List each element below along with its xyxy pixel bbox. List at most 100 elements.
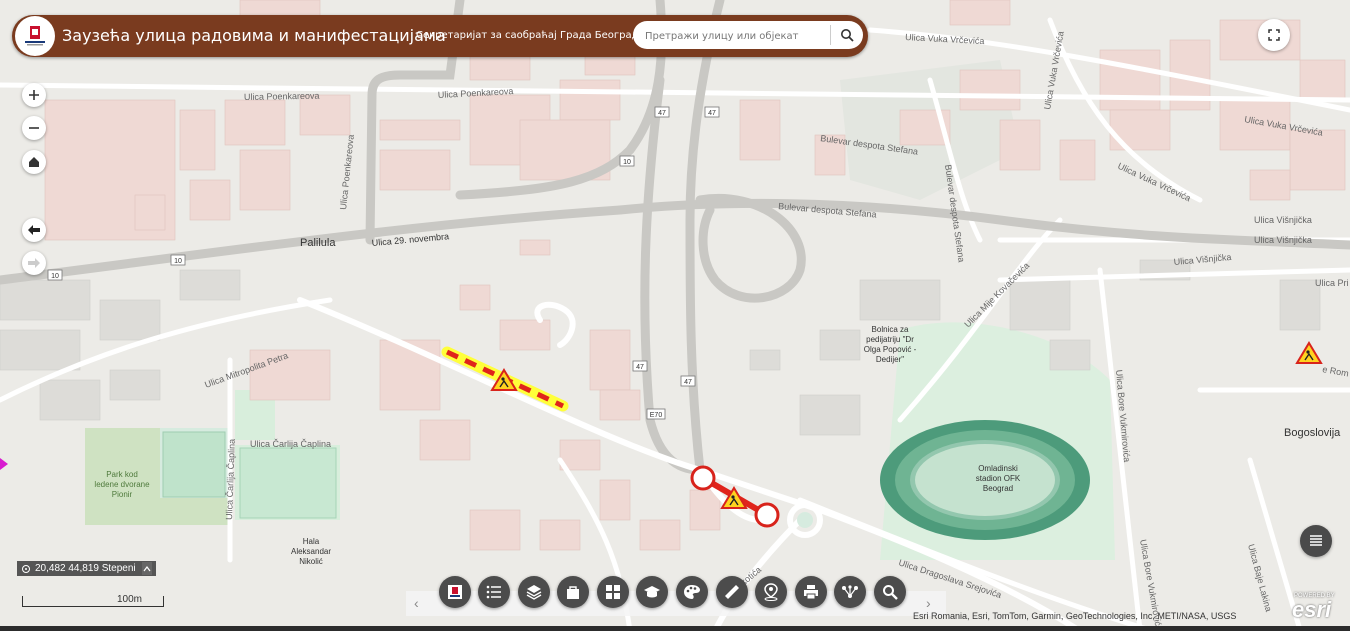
svg-text:10: 10 [623,159,631,166]
place-label: Bogoslovija [1284,427,1341,439]
svg-text:10: 10 [174,258,182,265]
street-label: Ulica Pri [1315,278,1349,288]
print-tool-button[interactable] [795,576,827,608]
app-subtitle: Секретаријат за саобраћај Града Београда [416,30,645,41]
app-title: Заузећа улица радовима и манифестацијама [62,26,446,45]
fullscreen-button[interactable] [1258,19,1290,51]
mortarboard-icon [644,586,660,598]
plus-icon [29,90,39,100]
svg-text:stadion OFK: stadion OFK [976,474,1021,483]
road-shield: 47 [654,106,670,118]
coordinates-text: 20,482 44,819 Stepeni [35,563,136,574]
logo-icon [448,585,462,599]
search-icon [841,29,854,42]
svg-text:Hala: Hala [303,537,320,546]
svg-text:47: 47 [684,379,692,386]
place-label: Palilula [300,237,336,249]
svg-text:47: 47 [658,110,666,117]
layer-list-tool-button[interactable] [478,576,510,608]
bag-tool-button[interactable] [557,576,589,608]
scale-label: 100m [117,594,143,605]
road-shield: 10 [619,155,635,167]
home-button[interactable] [22,150,46,174]
location-icon [764,583,778,601]
ruler-icon [725,585,739,599]
svg-text:Pionir: Pionir [112,490,133,499]
city-crest-icon [25,26,45,46]
arrow-right-icon [28,258,40,268]
measure-tool-button[interactable] [716,576,748,608]
street-label: Ulica Čarlija Čaplina [250,439,331,449]
scale-bar [22,596,164,607]
education-tool-button[interactable] [636,576,668,608]
palette-icon [684,585,700,599]
print-icon [804,585,818,600]
road-shield: 47 [680,375,696,387]
about-tool-button[interactable] [439,576,471,608]
minus-icon [29,127,39,129]
coordinates-toggle[interactable] [141,562,152,575]
zoom-in-button[interactable] [22,83,46,107]
search-button[interactable] [833,23,861,47]
app-header: Заузећа улица радовима и манифестацијама… [12,15,868,57]
road-shield: E70 [646,408,666,420]
search-box [633,21,863,49]
search-input[interactable] [643,25,827,47]
svg-text:pedijatriju "Dr: pedijatriju "Dr [866,335,914,344]
road-shield: 47 [704,106,720,118]
coordinates-readout: 20,482 44,819 Stepeni [17,561,156,576]
share-icon [842,585,858,598]
street-label: Ulica Višnjička [1254,235,1312,245]
toolbar-prev-arrow[interactable]: ‹ [414,595,419,611]
svg-text:Bolnica za: Bolnica za [872,325,909,334]
share-tool-button[interactable] [834,576,866,608]
street-label: Ulica Višnjička [1254,215,1312,225]
bag-icon [567,586,579,599]
style-tool-button[interactable] [676,576,708,608]
svg-text:E70: E70 [650,412,663,419]
zoom-out-button[interactable] [22,116,46,140]
search-tool-button[interactable] [874,576,906,608]
arrow-left-icon [28,225,40,235]
search-icon [883,585,898,600]
svg-text:Omladinski: Omladinski [978,464,1018,473]
layers-icon [526,585,542,600]
chevron-up-icon [143,565,151,571]
svg-text:47: 47 [708,110,716,117]
svg-text:Dedijer": Dedijer" [876,355,904,364]
fullscreen-icon [1268,29,1280,41]
legend-button[interactable] [1300,525,1332,557]
toolbar-next-arrow[interactable]: › [926,595,931,611]
locate-tool-button[interactable] [755,576,787,608]
crosshair-icon [22,564,30,573]
city-logo[interactable] [15,16,55,56]
home-icon [29,157,39,167]
street-label: Ulica Poenkareova [244,91,320,102]
grid-icon [606,585,620,599]
list-icon [1310,535,1322,546]
list-icon [486,585,501,599]
closure-start-marker[interactable] [690,465,716,491]
search-divider [830,25,831,45]
esri-wordmark: esri [1292,597,1332,622]
closure-end-marker[interactable] [754,502,780,528]
svg-text:47: 47 [636,364,644,371]
svg-text:Beograd: Beograd [983,484,1013,493]
bottom-strip [0,626,1350,631]
svg-text:ledene dvorane: ledene dvorane [94,480,150,489]
svg-text:Olga Popović -: Olga Popović - [864,345,917,354]
esri-logo[interactable]: POWERED BY esri [1292,593,1344,622]
road-shield: 10 [47,269,63,281]
next-extent-button[interactable] [22,251,46,275]
svg-text:Park kod: Park kod [106,470,138,479]
map-attribution: Esri Romania, Esri, TomTom, Garmin, GeoT… [913,611,1237,621]
layers-tool-button[interactable] [518,576,550,608]
basemap-gallery-tool-button[interactable] [597,576,629,608]
road-shield: 47 [632,360,648,372]
svg-text:Aleksandar: Aleksandar [291,547,331,556]
svg-text:10: 10 [51,273,59,280]
previous-extent-button[interactable] [22,218,46,242]
svg-text:Nikolić: Nikolić [299,557,323,566]
map-canvas[interactable]: 10 10 10 47 47 47 47 E70 Ulica Poenkareo… [0,0,1350,631]
road-shield: 10 [170,254,186,266]
